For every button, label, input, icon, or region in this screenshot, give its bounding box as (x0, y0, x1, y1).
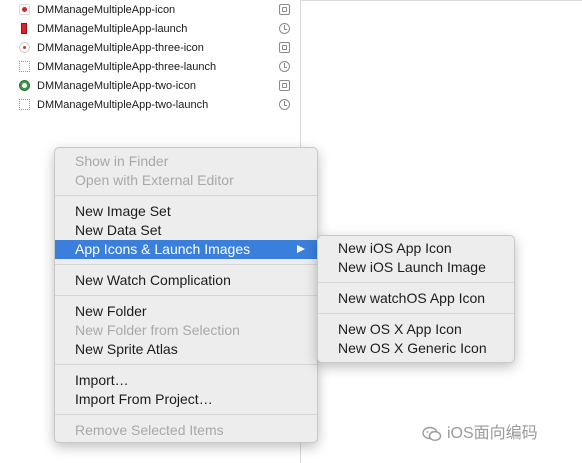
asset-thumbnail (19, 99, 30, 110)
menu-item-new-image-set[interactable]: New Image Set (55, 202, 317, 221)
app-icon-set-icon (279, 4, 290, 15)
asset-name: DMManageMultipleApp-launch (37, 23, 188, 35)
asset-thumbnail (19, 61, 30, 72)
launch-image-icon (279, 61, 290, 72)
submenu-item-new-ios-app-icon[interactable]: New iOS App Icon (318, 239, 514, 258)
asset-name: DMManageMultipleApp-two-icon (37, 80, 196, 92)
menu-item-new-watch-complication[interactable]: New Watch Complication (55, 271, 317, 290)
app-icons-submenu: New iOS App Icon New iOS Launch Image Ne… (317, 235, 515, 363)
editor-top-divider (300, 0, 582, 1)
submenu-item-new-watchos-app-icon[interactable]: New watchOS App Icon (318, 289, 514, 308)
menu-item-new-sprite-atlas[interactable]: New Sprite Atlas (55, 340, 317, 359)
menu-item-label: New iOS Launch Image (338, 259, 486, 275)
menu-item-label: App Icons & Launch Images (75, 241, 251, 257)
menu-item-import-from-project[interactable]: Import From Project… (55, 390, 317, 409)
menu-item-label: Import From Project… (75, 391, 213, 407)
menu-item-remove-selected-items: Remove Selected Items (55, 421, 317, 440)
menu-separator (55, 364, 317, 365)
menu-item-import[interactable]: Import… (55, 371, 317, 390)
watermark-text: iOS面向编码 (447, 425, 538, 442)
menu-separator (55, 414, 317, 415)
menu-item-show-in-finder: Show in Finder (55, 152, 317, 171)
asset-thumbnail (19, 42, 30, 53)
asset-name: DMManageMultipleApp-icon (37, 4, 176, 16)
menu-item-label: New Watch Complication (75, 272, 231, 288)
asset-row-three-launch[interactable]: DMManageMultipleApp-three-launch (0, 58, 300, 77)
menu-item-label: New iOS App Icon (338, 240, 452, 256)
asset-name: DMManageMultipleApp-three-launch (37, 61, 217, 73)
menu-item-label: New Sprite Atlas (75, 341, 178, 357)
menu-item-label: New OS X Generic Icon (338, 340, 487, 356)
menu-item-open-external-editor: Open with External Editor (55, 171, 317, 190)
app-icon-set-icon (279, 42, 290, 53)
menu-item-label: New OS X App Icon (338, 321, 462, 337)
asset-row-two-launch[interactable]: DMManageMultipleApp-two-launch (0, 96, 300, 115)
menu-item-label: New watchOS App Icon (338, 290, 486, 306)
launch-image-icon (279, 99, 290, 110)
menu-item-label: Open with External Editor (75, 172, 234, 188)
asset-row-launch[interactable]: DMManageMultipleApp-launch (0, 20, 300, 39)
menu-item-app-icons-launch-images[interactable]: App Icons & Launch Images (55, 240, 317, 259)
menu-separator (318, 282, 514, 283)
menu-item-label: New Folder from Selection (75, 322, 240, 338)
submenu-item-new-ios-launch-image[interactable]: New iOS Launch Image (318, 258, 514, 277)
menu-item-label: Show in Finder (75, 153, 169, 169)
menu-separator (318, 313, 514, 314)
menu-item-label: New Folder (75, 303, 147, 319)
asset-row-icon[interactable]: DMManageMultipleApp-icon (0, 1, 300, 20)
asset-row-three-icon[interactable]: DMManageMultipleApp-three-icon (0, 39, 300, 58)
app-icon-set-icon (279, 80, 290, 91)
menu-item-new-folder-from-selection: New Folder from Selection (55, 321, 317, 340)
submenu-arrow-icon (297, 245, 305, 253)
menu-separator (55, 264, 317, 265)
asset-thumbnail (19, 80, 30, 91)
menu-item-new-folder[interactable]: New Folder (55, 302, 317, 321)
asset-name: DMManageMultipleApp-two-launch (37, 99, 209, 111)
asset-thumbnail (19, 23, 30, 34)
menu-separator (55, 195, 317, 196)
asset-thumbnail (19, 4, 30, 15)
launch-image-icon (279, 23, 290, 34)
asset-name: DMManageMultipleApp-three-icon (37, 42, 204, 54)
menu-separator (55, 295, 317, 296)
submenu-item-new-osx-app-icon[interactable]: New OS X App Icon (318, 320, 514, 339)
menu-item-label: New Image Set (75, 203, 171, 219)
menu-item-label: Import… (75, 372, 129, 388)
submenu-item-new-osx-generic-icon[interactable]: New OS X Generic Icon (318, 339, 514, 358)
wechat-icon (422, 426, 442, 442)
asset-row-two-icon[interactable]: DMManageMultipleApp-two-icon (0, 77, 300, 96)
context-menu: Show in Finder Open with External Editor… (54, 147, 318, 443)
menu-item-label: New Data Set (75, 222, 162, 238)
menu-item-label: Remove Selected Items (75, 422, 224, 438)
menu-item-new-data-set[interactable]: New Data Set (55, 221, 317, 240)
